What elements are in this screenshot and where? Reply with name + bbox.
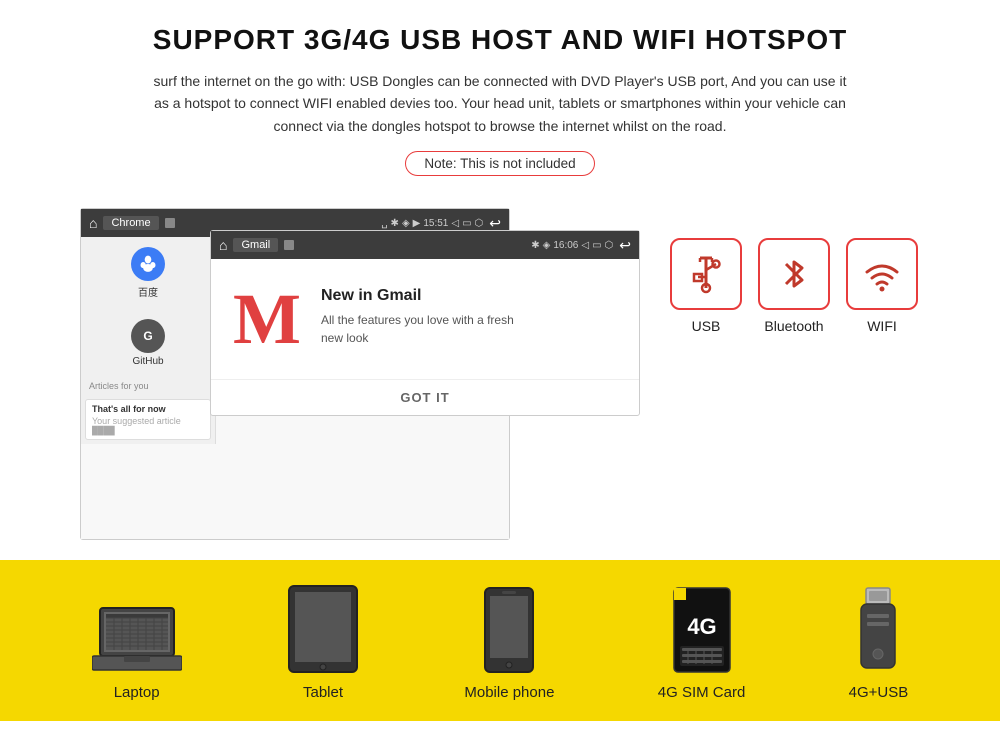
connectivity-icons-section: USB Bluetooth xyxy=(670,238,918,334)
github-label: GitHub xyxy=(132,356,163,367)
tablet-icon xyxy=(285,584,361,674)
popup-stop-btn xyxy=(284,240,294,250)
subtitle-text: surf the internet on the go with: USB Do… xyxy=(150,70,850,137)
p-wifi-icon: ◈ xyxy=(543,240,551,251)
sim-label: 4G SIM Card xyxy=(658,684,746,701)
articles-label: Articles for you xyxy=(81,377,215,395)
icons-row: USB Bluetooth xyxy=(670,238,918,334)
gmail-title: New in Gmail xyxy=(321,287,521,305)
baidu-icon xyxy=(131,247,165,281)
location-icon: ◈ xyxy=(402,218,410,229)
laptop-icon xyxy=(92,604,182,674)
browser-stop-btn xyxy=(165,218,175,228)
bluetooth-label: Bluetooth xyxy=(764,318,823,334)
p-share: ⬡ xyxy=(605,240,614,251)
back-button[interactable]: ↩ xyxy=(489,215,501,232)
browser-tab-label: Chrome xyxy=(103,216,158,230)
gmail-logo: M xyxy=(227,279,307,359)
gmail-text-block: New in Gmail All the features you love w… xyxy=(321,279,521,347)
time-display: 15:51 xyxy=(423,218,448,229)
thats-all-text: That's all for now xyxy=(92,404,204,414)
header-section: SUPPORT 3G/4G USB HOST AND WIFI HOTSPOT … xyxy=(0,0,1000,208)
bluetooth-icon-item: Bluetooth xyxy=(758,238,830,334)
wifi-status-icon: ▶ xyxy=(413,218,421,229)
device-tablet: Tablet xyxy=(285,584,361,701)
note-badge: Note: This is not included xyxy=(405,151,594,176)
baidu-item: 百度 xyxy=(81,237,215,309)
laptop-label: Laptop xyxy=(114,684,160,701)
box-icon: ▭ xyxy=(462,218,471,229)
popup-topbar: ⌂ Gmail ✱ ◈ 16:06 ◁ ▭ ⬡ ↩ xyxy=(211,231,639,259)
tablet-label: Tablet xyxy=(303,684,343,701)
wifi-icon-box xyxy=(846,238,918,310)
home-icon: ⌂ xyxy=(89,215,97,231)
main-title: SUPPORT 3G/4G USB HOST AND WIFI HOTSPOT xyxy=(60,24,940,56)
mobile-icon xyxy=(482,586,536,674)
gmail-body: M New in Gmail All the features you love… xyxy=(211,259,639,379)
svg-text:4G: 4G xyxy=(687,614,716,639)
device-sim: 4G 4G SIM Card xyxy=(658,586,746,701)
volume-icon: ◁ xyxy=(451,218,459,229)
device-laptop: Laptop xyxy=(92,604,182,701)
github-item: G GitHub xyxy=(81,309,215,377)
bottom-section: Laptop Tablet Mobile phone xyxy=(0,560,1000,721)
side-panel: 百度 G GitHub Articles for you That's all … xyxy=(81,237,216,444)
usb-svg xyxy=(684,252,728,296)
bluetooth-icon-box xyxy=(758,238,830,310)
usb-drive-icon xyxy=(857,586,899,674)
wifi-icon-item: WIFI xyxy=(846,238,918,334)
device-mobile: Mobile phone xyxy=(464,586,554,701)
popup-tab-label: Gmail xyxy=(233,238,278,252)
p-time: 16:06 xyxy=(553,240,578,251)
p-bt-icon: ✱ xyxy=(531,240,539,251)
usb-icon-item: USB xyxy=(670,238,742,334)
bt-status-icon: ✱ xyxy=(391,218,399,229)
baidu-label: 百度 xyxy=(138,284,158,299)
gmail-m-letter: M xyxy=(233,283,301,355)
suggested-text: Your suggested article xyxy=(92,416,204,426)
content-row: ⌂ Chrome ␣ ✱ ◈ ▶ 15:51 ◁ ▭ ⬡ ↩ Search or… xyxy=(0,208,1000,540)
gmail-got-it-button[interactable]: GOT IT xyxy=(211,379,639,415)
popup-status-icons: ✱ ◈ 16:06 ◁ ▭ ⬡ xyxy=(531,240,613,251)
wifi-label: WIFI xyxy=(867,318,897,334)
popup-home-icon: ⌂ xyxy=(219,237,227,253)
more-text: ████ xyxy=(92,426,204,435)
p-box: ▭ xyxy=(592,240,601,251)
bluetooth-svg xyxy=(772,252,816,296)
device-4g-usb: 4G+USB xyxy=(849,586,909,701)
gmail-popup: ⌂ Gmail ✱ ◈ 16:06 ◁ ▭ ⬡ ↩ M New in G xyxy=(210,230,640,416)
usb-icon-box xyxy=(670,238,742,310)
thats-all-box: That's all for now Your suggested articl… xyxy=(85,399,211,440)
gmail-desc: All the features you love with a fresh n… xyxy=(321,311,521,347)
popup-back-button[interactable]: ↩ xyxy=(619,237,631,254)
usb-label: USB xyxy=(692,318,721,334)
wifi-svg xyxy=(860,252,904,296)
p-vol: ◁ xyxy=(581,240,589,251)
4g-usb-label: 4G+USB xyxy=(849,684,909,701)
share-icon: ⬡ xyxy=(475,218,484,229)
signal-icon: ␣ xyxy=(381,218,387,229)
mobile-label: Mobile phone xyxy=(464,684,554,701)
screen-mockup: ⌂ Chrome ␣ ✱ ◈ ▶ 15:51 ◁ ▭ ⬡ ↩ Search or… xyxy=(80,208,640,540)
github-icon: G xyxy=(131,319,165,353)
browser-status-icons: ␣ ✱ ◈ ▶ 15:51 ◁ ▭ ⬡ xyxy=(381,218,483,229)
sim-icon: 4G xyxy=(668,586,736,674)
